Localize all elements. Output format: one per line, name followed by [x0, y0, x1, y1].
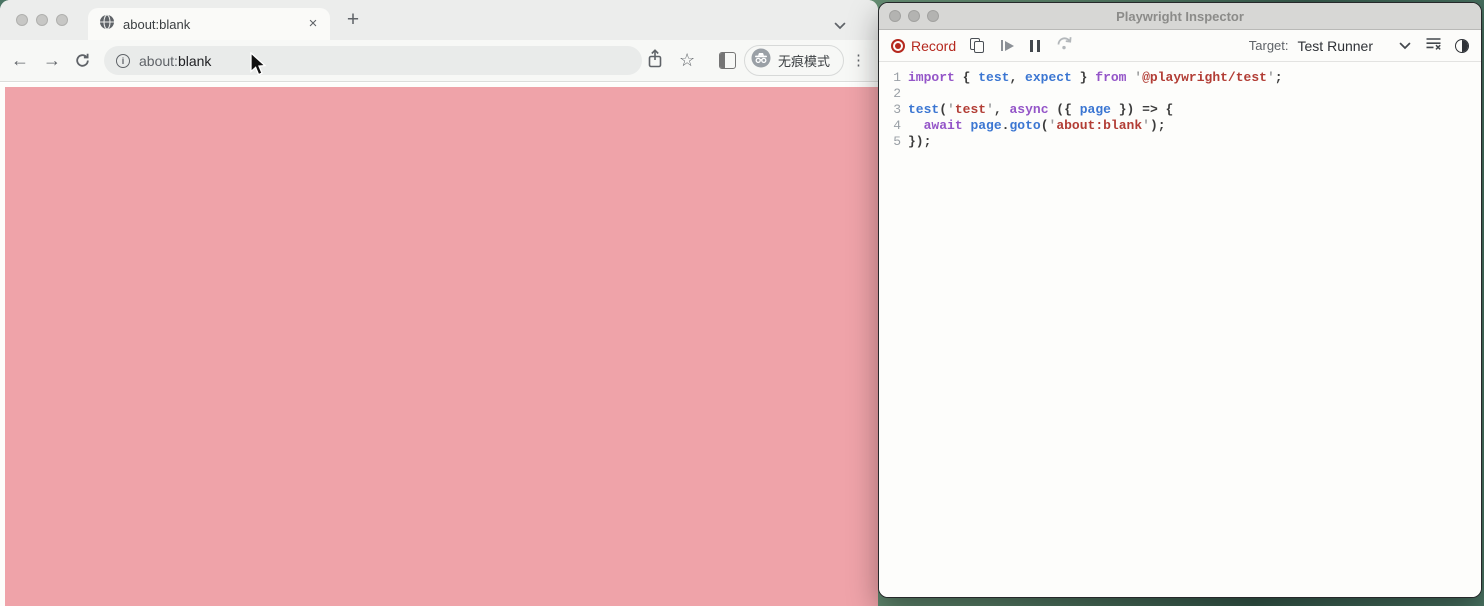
address-bar[interactable]: i about:blank [104, 46, 642, 75]
code-token: test [954, 102, 987, 117]
code-token: ); [1149, 118, 1166, 133]
code-token: }); [908, 134, 932, 149]
chevron-down-icon[interactable] [834, 17, 846, 35]
code-token: ({ [1048, 102, 1080, 117]
theme-toggle-icon[interactable] [1455, 38, 1469, 53]
resume-icon[interactable] [1001, 40, 1015, 51]
code-token: ' [1142, 118, 1150, 133]
code-token: from [1095, 70, 1127, 85]
line-number: 3 [893, 102, 901, 117]
code-token: goto [1009, 118, 1041, 133]
tab-strip: about:blank × + [0, 0, 878, 40]
code-token: }) => { [1110, 102, 1174, 117]
step-over-icon[interactable] [1056, 35, 1073, 56]
incognito-label: 无痕模式 [778, 54, 831, 69]
code-line: 2 [879, 86, 1481, 102]
close-window-button[interactable] [889, 10, 901, 22]
target-label: Target: [1248, 38, 1289, 53]
tab-title: about:blank [123, 16, 191, 32]
code-token: import [908, 70, 955, 85]
line-number: 4 [893, 118, 901, 133]
code-token: , [1009, 70, 1026, 85]
browser-menu-icon[interactable]: ⋮ [851, 49, 866, 73]
url-host: blank [177, 52, 212, 69]
code-editor[interactable]: 1 import { test, expect } from ' @playwrig… [879, 62, 1481, 597]
code-token: async [1009, 102, 1049, 117]
code-token: ' [1266, 70, 1275, 85]
code-line: 4 await page. goto(' about:blank '); [879, 118, 1481, 134]
url-text: about:blank [139, 53, 211, 69]
incognito-icon [751, 48, 771, 73]
back-button[interactable]: ← [8, 49, 32, 73]
bookmark-star-icon[interactable]: ☆ [679, 48, 695, 72]
reload-button[interactable] [74, 52, 91, 69]
code-token: await [923, 118, 963, 133]
code-token: ' [947, 102, 955, 117]
record-button[interactable]: Record [891, 38, 956, 54]
zoom-window-button[interactable] [927, 10, 939, 22]
side-panel-icon[interactable] [719, 52, 736, 69]
code-token: { [954, 70, 979, 85]
code-line: 5}); [879, 134, 1481, 150]
inspector-window-title: Playwright Inspector [1116, 8, 1244, 24]
line-number: 5 [893, 134, 901, 149]
code-token: @playwright/test [1142, 70, 1267, 85]
code-line: 1 import { test, expect } from ' @playwrig… [879, 70, 1481, 86]
forward-button[interactable]: → [40, 49, 64, 73]
code-line: 3 test(' test ', async ({ page }) => { [879, 102, 1481, 118]
code-token: ; [1274, 70, 1283, 85]
code-token: test [908, 102, 940, 117]
code-token: about:blank [1056, 118, 1143, 133]
code-token: ' [1134, 70, 1143, 85]
select-chevron-down-icon [1399, 37, 1411, 55]
minimize-window-button[interactable] [36, 14, 48, 26]
copy-icon[interactable] [970, 37, 985, 54]
code-token: , [993, 102, 1010, 117]
record-icon [891, 38, 905, 53]
code-token: ( [1040, 118, 1049, 133]
incognito-badge[interactable]: 无痕模式 [744, 45, 845, 76]
code-token: page [1079, 102, 1111, 117]
code-token: . [1001, 118, 1010, 133]
new-tab-button[interactable]: + [341, 9, 365, 33]
pause-icon[interactable] [1030, 39, 1041, 52]
browser-tab[interactable]: about:blank × [88, 8, 330, 40]
page-info-icon[interactable]: i [116, 53, 130, 68]
code-token: expect [1025, 70, 1072, 85]
minimize-window-button[interactable] [908, 10, 920, 22]
browser-toolbar: ← → i about:blank ☆ 无痕模式 ⋮ [0, 40, 878, 82]
record-label: Record [911, 37, 957, 54]
clear-output-icon[interactable] [1425, 36, 1442, 56]
line-number: 2 [893, 86, 901, 101]
code-token: ' [1048, 118, 1057, 133]
globe-favicon-icon [99, 13, 115, 35]
code-token: ( [939, 102, 948, 117]
pink-page-block [5, 87, 878, 606]
url-scheme: about: [139, 52, 178, 69]
target-select[interactable]: Test Runner [1298, 37, 1411, 55]
zoom-window-button[interactable] [56, 14, 68, 26]
code-token: } [1071, 70, 1096, 85]
page-viewport [0, 83, 878, 606]
mouse-cursor-icon [250, 51, 268, 83]
code-token: ' [986, 102, 994, 117]
inspector-toolbar: Record Target: Test Runner [879, 30, 1481, 62]
tab-close-icon[interactable]: × [304, 15, 322, 33]
code-token: page [970, 118, 1002, 133]
close-window-button[interactable] [16, 14, 28, 26]
line-number: 1 [893, 70, 901, 85]
code-token: test [978, 70, 1010, 85]
target-value: Test Runner [1297, 37, 1373, 54]
playwright-inspector-window: Playwright Inspector Record Target: Test… [878, 2, 1482, 598]
inspector-titlebar: Playwright Inspector [879, 3, 1481, 30]
browser-window: about:blank × + ← → i about:blank ☆ 无痕模式… [0, 0, 878, 606]
share-icon[interactable] [646, 48, 664, 75]
